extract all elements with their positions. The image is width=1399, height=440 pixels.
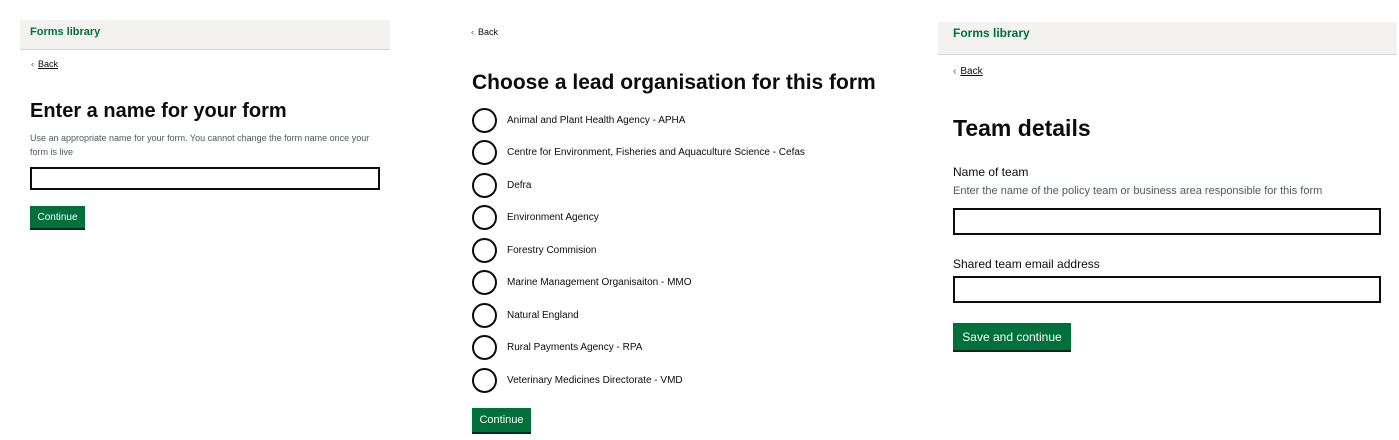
page-title: Enter a name for your form xyxy=(30,100,287,122)
radio-option[interactable]: Animal and Plant Health Agency - APHA xyxy=(472,104,805,137)
radio-label[interactable]: Centre for Environment, Fisheries and Aq… xyxy=(507,147,805,158)
radio-label[interactable]: Defra xyxy=(507,180,531,191)
radio-button[interactable] xyxy=(472,107,497,133)
radio-button[interactable] xyxy=(472,335,497,361)
forms-library-title[interactable]: Forms library xyxy=(953,26,1030,40)
radio-button[interactable] xyxy=(472,237,497,263)
back-link[interactable]: ‹ Back xyxy=(953,66,983,77)
page-title: Choose a lead organisation for this form xyxy=(472,71,876,94)
chevron-left-icon: ‹ xyxy=(31,59,34,69)
radio-option[interactable]: Natural England xyxy=(472,299,805,332)
back-link-label[interactable]: Back xyxy=(960,66,982,77)
radio-label[interactable]: Environment Agency xyxy=(507,212,599,223)
radio-label[interactable]: Animal and Plant Health Agency - APHA xyxy=(507,115,685,126)
organisation-radio-group: Animal and Plant Health Agency - APHA Ce… xyxy=(472,104,805,397)
team-name-input[interactable] xyxy=(953,208,1381,235)
back-link[interactable]: ‹ Back xyxy=(31,59,58,69)
continue-button[interactable]: Continue xyxy=(472,408,531,432)
save-and-continue-button[interactable]: Save and continue xyxy=(953,323,1071,350)
radio-button[interactable] xyxy=(472,270,497,296)
form-name-hint: Use an appropriate name for your form. Y… xyxy=(30,133,370,157)
radio-button[interactable] xyxy=(472,172,497,198)
radio-label[interactable]: Natural England xyxy=(507,310,579,321)
radio-option[interactable]: Defra xyxy=(472,169,805,202)
radio-button[interactable] xyxy=(472,140,497,166)
continue-button[interactable]: Continue xyxy=(30,206,85,228)
chevron-left-icon: ‹ xyxy=(471,27,474,37)
radio-option[interactable]: Marine Management Organisaiton - MMO xyxy=(472,267,805,300)
radio-button[interactable] xyxy=(472,205,497,231)
forms-library-title[interactable]: Forms library xyxy=(30,26,100,38)
radio-button[interactable] xyxy=(472,367,497,393)
chevron-left-icon: ‹ xyxy=(953,66,957,77)
team-email-input[interactable] xyxy=(953,276,1381,303)
team-name-hint: Enter the name of the policy team or bus… xyxy=(953,185,1323,197)
back-link-label[interactable]: Back xyxy=(478,27,498,37)
radio-label[interactable]: Veterinary Medicines Directorate - VMD xyxy=(507,375,683,386)
radio-option[interactable]: Centre for Environment, Fisheries and Aq… xyxy=(472,137,805,170)
team-name-label: Name of team xyxy=(953,165,1029,179)
team-email-label: Shared team email address xyxy=(953,257,1100,271)
page-title: Team details xyxy=(953,115,1091,141)
radio-label[interactable]: Rural Payments Agency - RPA xyxy=(507,342,642,353)
back-link[interactable]: ‹ Back xyxy=(471,27,498,37)
radio-label[interactable]: Marine Management Organisaiton - MMO xyxy=(507,277,692,288)
radio-option[interactable]: Rural Payments Agency - RPA xyxy=(472,332,805,365)
radio-button[interactable] xyxy=(472,302,497,328)
form-name-input[interactable] xyxy=(30,167,380,190)
radio-option[interactable]: Environment Agency xyxy=(472,202,805,235)
radio-option[interactable]: Veterinary Medicines Directorate - VMD xyxy=(472,364,805,397)
radio-option[interactable]: Forestry Commision xyxy=(472,234,805,267)
radio-label[interactable]: Forestry Commision xyxy=(507,245,596,256)
back-link-label[interactable]: Back xyxy=(38,59,58,69)
